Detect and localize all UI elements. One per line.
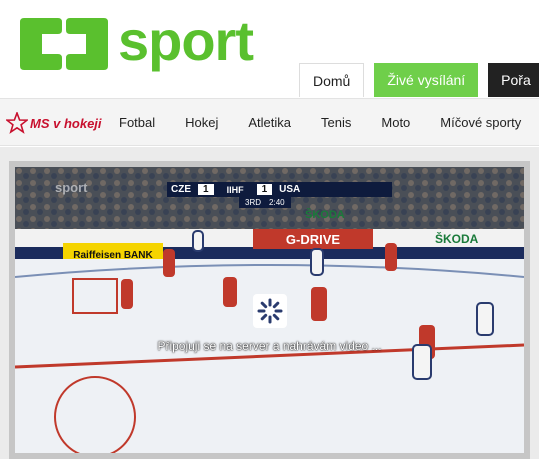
away-score: 1 [256, 184, 273, 195]
tab-porady[interactable]: Pořa [488, 63, 539, 97]
nav-item-moto[interactable]: Moto [381, 115, 440, 130]
player-section: G-DRIVE Raiffeisen BANK ŠKODA ŠKODA spor… [0, 147, 539, 459]
logo-text: sport [118, 9, 254, 72]
ct-sport-logo[interactable]: sport [18, 9, 283, 76]
tab-zive-vysilani[interactable]: Živé vysílání [374, 63, 479, 97]
ad-gdrive: G-DRIVE [286, 232, 341, 247]
ad-skoda-top: ŠKODA [305, 208, 345, 221]
scoreboard: CZE 1 IIHF 1 USA 3RD 2:40 [167, 182, 392, 208]
ms-v-hokeji-label: MS v hokeji [30, 115, 102, 131]
home-score: 1 [198, 184, 214, 195]
ad-skoda-right: ŠKODA [435, 231, 479, 246]
video-player[interactable]: G-DRIVE Raiffeisen BANK ŠKODA ŠKODA spor… [9, 161, 530, 459]
nav-items: Fotbal Hokej Atletika Tenis Moto Míčové … [119, 99, 539, 145]
star-icon [6, 112, 28, 134]
sport-nav: MS v hokeji Fotbal Hokej Atletika Tenis … [0, 98, 539, 146]
loading-message: Připojuji se na server a nahrávám video … [157, 339, 382, 353]
away-team: USA [279, 184, 301, 195]
nav-item-atletika[interactable]: Atletika [248, 115, 321, 130]
iihf-label: IIHF [226, 184, 244, 195]
nav-item-micove-sporty[interactable]: Míčové sporty [440, 115, 539, 130]
site-header: sport Domů Živé vysílání Pořa [0, 0, 539, 98]
tab-domu[interactable]: Domů [299, 63, 365, 97]
game-clock: 2:40 [269, 198, 285, 207]
nav-item-fotbal[interactable]: Fotbal [119, 115, 185, 130]
home-team: CZE [171, 184, 191, 195]
nav-item-hokej[interactable]: Hokej [185, 115, 248, 130]
top-tabs: Domů Živé vysílání Pořa [299, 63, 539, 97]
loading-spinner-icon [253, 294, 287, 328]
nav-item-tenis[interactable]: Tenis [321, 115, 381, 130]
ms-v-hokeji-link[interactable]: MS v hokeji [6, 109, 102, 137]
ct-watermark: sport [55, 180, 88, 195]
period: 3RD [245, 198, 262, 207]
